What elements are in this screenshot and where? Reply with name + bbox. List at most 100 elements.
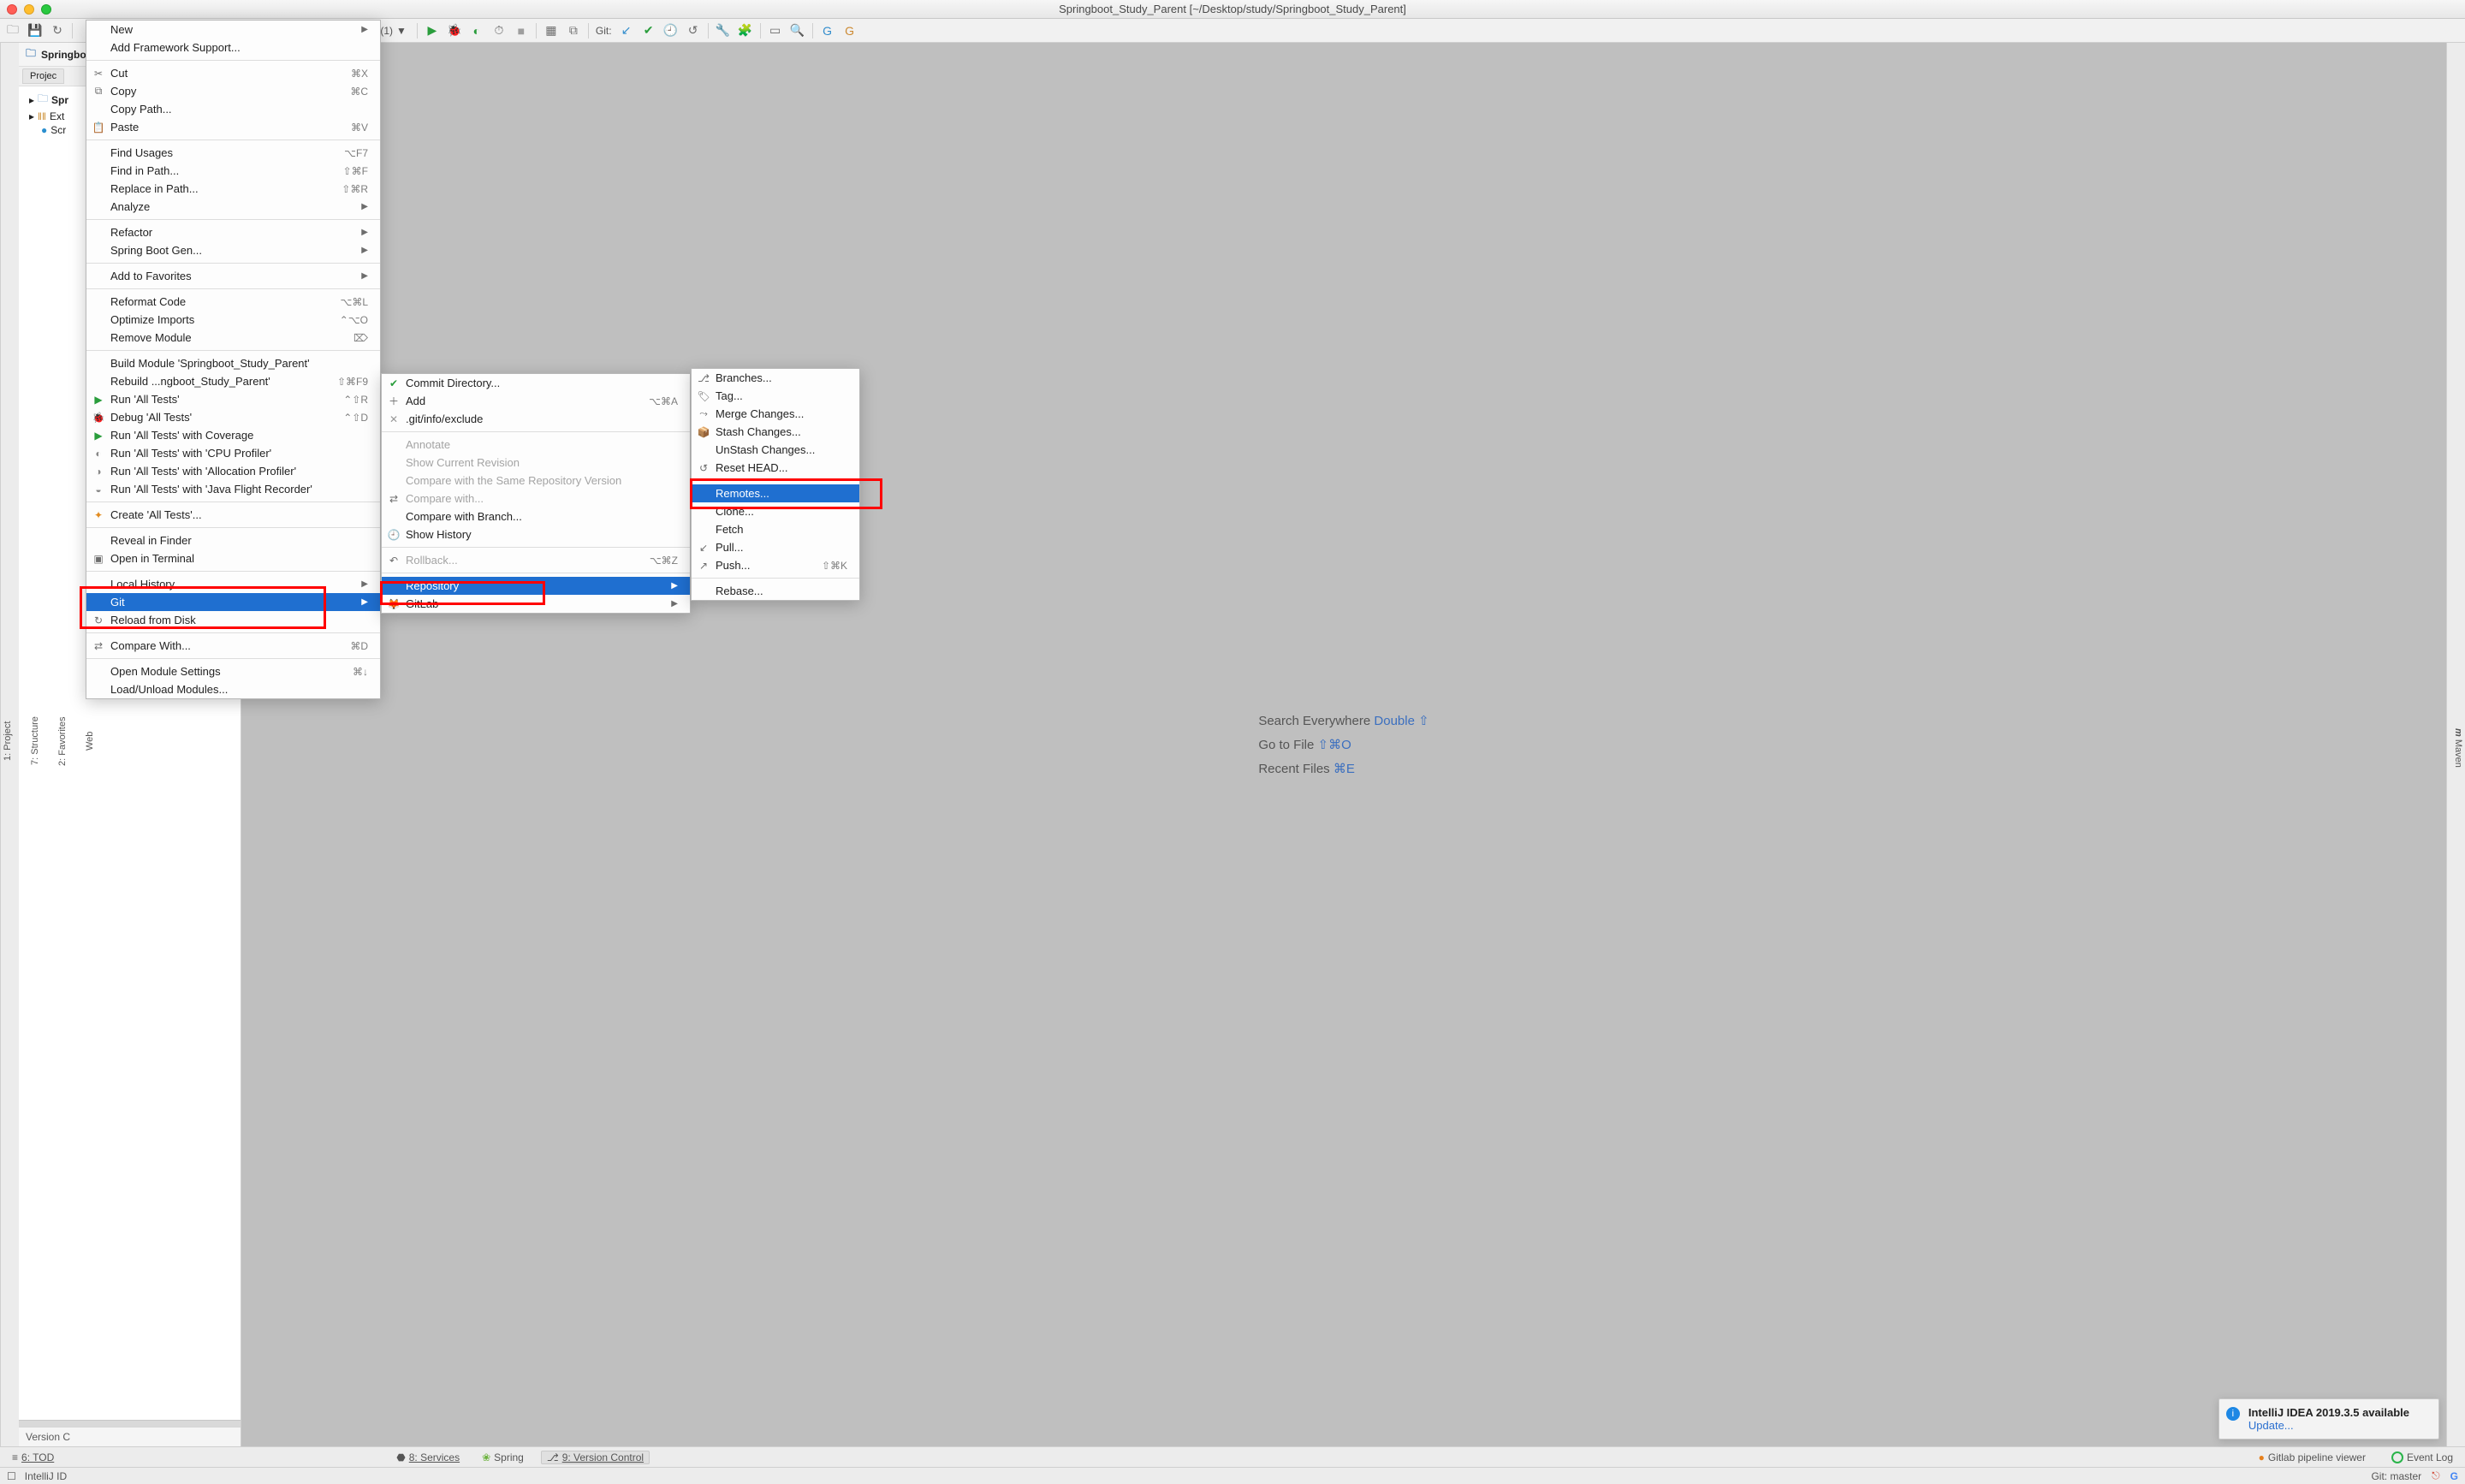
git-label: Git:	[596, 25, 612, 37]
profile-icon[interactable]: ⏱	[491, 23, 507, 39]
git-submenu[interactable]: ✔Commit Directory...＋Add⌥⌘A✕.git/info/ex…	[381, 373, 691, 614]
debug-icon[interactable]: 🐞	[447, 23, 462, 39]
menu-item[interactable]: Open Module Settings⌘↓	[86, 662, 380, 680]
tab-todo[interactable]: ≡ 6: TOD	[7, 1451, 59, 1463]
run-icon[interactable]: ▶	[425, 23, 440, 39]
google-icon[interactable]: G	[842, 23, 858, 39]
menu-item[interactable]: ⎇Branches...	[692, 369, 859, 387]
search-everywhere-shortcut: Double ⇧	[1374, 714, 1429, 728]
menu-item[interactable]: New▶	[86, 21, 380, 39]
tab-structure[interactable]: 7: Structure	[28, 714, 42, 769]
menu-item[interactable]: ＋Add⌥⌘A	[382, 392, 690, 410]
menu-item[interactable]: 🕘Show History	[382, 525, 690, 543]
layout-icon[interactable]: ⧉	[566, 23, 581, 39]
menu-item[interactable]: Repository▶	[382, 577, 690, 595]
menu-item[interactable]: ▶Run 'All Tests'⌃⇧R	[86, 390, 380, 408]
menu-item[interactable]: ↗Push...⇧⌘K	[692, 556, 859, 574]
menu-item[interactable]: Add to Favorites▶	[86, 267, 380, 285]
menu-item[interactable]: UnStash Changes...	[692, 441, 859, 459]
statusbar-git-branch[interactable]: Git: master	[2371, 1470, 2421, 1482]
vcs-update-icon[interactable]: ↙	[619, 23, 634, 39]
search-everywhere-icon[interactable]: 🔍	[790, 23, 805, 39]
minimize-icon[interactable]	[24, 4, 34, 15]
tab-web[interactable]: Web	[83, 728, 97, 754]
menu-item[interactable]: Rebase...	[692, 582, 859, 600]
menu-item[interactable]: ✔Commit Directory...	[382, 374, 690, 392]
menu-item[interactable]: Spring Boot Gen...▶	[86, 241, 380, 259]
tab-maven[interactable]: m Maven	[2451, 725, 2465, 771]
menu-item[interactable]: 🦊GitLab▶	[382, 595, 690, 613]
update-notification[interactable]: i IntelliJ IDEA 2019.3.5 available Updat…	[2218, 1398, 2439, 1439]
tab-favorites[interactable]: 2: Favorites	[56, 713, 69, 769]
menu-item[interactable]: Refactor▶	[86, 223, 380, 241]
menu-item[interactable]: Reveal in Finder	[86, 531, 380, 549]
update-link[interactable]: Update...	[2248, 1419, 2294, 1432]
menu-item[interactable]: ◒Run 'All Tests' with 'Java Flight Recor…	[86, 480, 380, 498]
menu-item[interactable]: ◐Run 'All Tests' with 'CPU Profiler'	[86, 444, 380, 462]
tab-services[interactable]: ⬣ 8: Services	[391, 1451, 465, 1463]
menu-item[interactable]: ↙Pull...	[692, 538, 859, 556]
project-context-menu[interactable]: New▶Add Framework Support... ✂Cut⌘X⧉Copy⌘…	[86, 20, 381, 699]
menu-item[interactable]: Find in Path...⇧⌘F	[86, 162, 380, 180]
menu-item[interactable]: ✕.git/info/exclude	[382, 410, 690, 428]
menu-item[interactable]: Replace in Path...⇧⌘R	[86, 180, 380, 198]
refresh-icon[interactable]: ↻	[50, 23, 65, 39]
menu-item[interactable]: Remove Module⌦	[86, 329, 380, 347]
window-icon[interactable]: ▭	[768, 23, 783, 39]
statusbar: ☐ IntelliJ ID Git: master ⎋ G	[0, 1467, 2465, 1484]
tab-project[interactable]: 1: Project	[1, 718, 15, 764]
tab-spring[interactable]: ❀ Spring	[477, 1451, 529, 1463]
tab-gitlab-pipeline[interactable]: ● Gitlab pipeline viewer	[2254, 1451, 2371, 1463]
menu-item[interactable]: ◑Run 'All Tests' with 'Allocation Profil…	[86, 462, 380, 480]
menu-item[interactable]: ▣Open in Terminal	[86, 549, 380, 567]
menu-item[interactable]: Compare with Branch...	[382, 508, 690, 525]
menu-item[interactable]: Optimize Imports⌃⌥O	[86, 311, 380, 329]
menu-item[interactable]: 📋Paste⌘V	[86, 118, 380, 136]
menu-item: Compare with the Same Repository Version	[382, 472, 690, 490]
coverage-icon[interactable]: ◐	[469, 23, 484, 39]
settings-icon[interactable]: 🔧	[716, 23, 731, 39]
google-translate-icon[interactable]: G	[820, 23, 835, 39]
repository-submenu[interactable]: ⎇Branches...🏷Tag...⤳Merge Changes...📦Sta…	[691, 368, 860, 601]
menu-item[interactable]: ▶Run 'All Tests' with Coverage	[86, 426, 380, 444]
menu-item[interactable]: ↻Reload from Disk	[86, 611, 380, 629]
menu-item[interactable]: ✂Cut⌘X	[86, 64, 380, 82]
tab-version-control[interactable]: ⎇ 9: Version Control	[541, 1451, 650, 1464]
menu-item[interactable]: ↺Reset HEAD...	[692, 459, 859, 477]
menu-item[interactable]: ✦Create 'All Tests'...	[86, 506, 380, 524]
zoom-icon[interactable]	[41, 4, 51, 15]
menu-item[interactable]: 🏷Tag...	[692, 387, 859, 405]
stop-icon: ■	[514, 23, 529, 39]
menu-item[interactable]: Copy Path...	[86, 100, 380, 118]
project-structure-icon[interactable]: ▦	[543, 23, 559, 39]
menu-item[interactable]: Git▶	[86, 593, 380, 611]
vcs-commit-icon[interactable]: ✔	[641, 23, 656, 39]
version-control-header: Version C	[19, 1427, 241, 1446]
goto-file-label: Go to File	[1258, 738, 1314, 752]
info-icon: i	[2226, 1407, 2240, 1421]
menu-item[interactable]: Build Module 'Springboot_Study_Parent'	[86, 354, 380, 372]
menu-item[interactable]: Clone...	[692, 502, 859, 520]
menu-item[interactable]: Find Usages⌥F7	[86, 144, 380, 162]
close-icon[interactable]	[7, 4, 17, 15]
menu-item[interactable]: Analyze▶	[86, 198, 380, 216]
menu-item[interactable]: Remotes...	[692, 484, 859, 502]
menu-item[interactable]: Reformat Code⌥⌘L	[86, 293, 380, 311]
menu-item[interactable]: Add Framework Support...	[86, 39, 380, 56]
open-icon[interactable]: 🗀	[5, 23, 21, 39]
menu-item[interactable]: 🐞Debug 'All Tests'⌃⇧D	[86, 408, 380, 426]
menu-item[interactable]: ⤳Merge Changes...	[692, 405, 859, 423]
menu-item[interactable]: Rebuild ...ngboot_Study_Parent'⇧⌘F9	[86, 372, 380, 390]
menu-item[interactable]: Fetch	[692, 520, 859, 538]
menu-item[interactable]: Local History▶	[86, 575, 380, 593]
menu-item[interactable]: Load/Unload Modules...	[86, 680, 380, 698]
save-all-icon[interactable]: 💾	[27, 23, 43, 39]
project-tab[interactable]: Projec	[22, 68, 64, 84]
tab-event-log[interactable]: Event Log	[2386, 1451, 2458, 1463]
menu-item[interactable]: 📦Stash Changes...	[692, 423, 859, 441]
menu-item[interactable]: ⧉Copy⌘C	[86, 82, 380, 100]
vcs-history-icon[interactable]: 🕘	[663, 23, 679, 39]
vcs-rollback-icon[interactable]: ↺	[686, 23, 701, 39]
menu-item[interactable]: ⇄Compare With...⌘D	[86, 637, 380, 655]
project-icon[interactable]: 🧩	[738, 23, 753, 39]
